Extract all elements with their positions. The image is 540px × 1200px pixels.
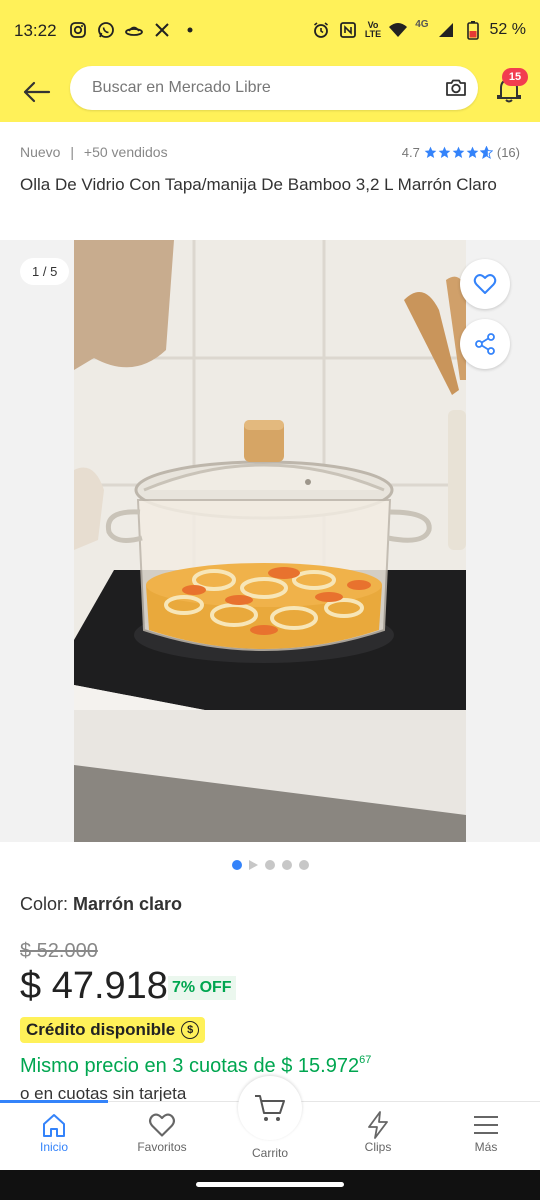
back-arrow-icon [23,81,51,103]
pagination-dot[interactable] [264,860,275,870]
wifi-icon [388,20,408,40]
credit-coin-icon: $ [181,1021,200,1039]
rating[interactable]: 4.7 (16) [402,145,520,160]
home-gesture-handle[interactable] [196,1182,344,1187]
favorite-button[interactable] [460,259,510,309]
star-half-icon [479,146,493,159]
battery-icon [463,20,483,40]
nav-home-label: Inicio [39,1140,68,1154]
nav-clips-label: Clips [364,1140,392,1154]
nav-item-favorites[interactable]: Favoritos [117,1110,207,1154]
back-button[interactable] [18,74,54,110]
pagination-dot[interactable] [281,860,292,870]
pagination-video-dot[interactable] [248,860,258,870]
system-gesture-bar [0,1170,540,1200]
gallery-pagination [0,860,540,870]
alarm-icon [311,20,331,40]
volte-indicator: Vo LTE [364,20,382,39]
current-price: $ 47.918 [20,965,168,1007]
nav-more-label: Más [474,1140,498,1154]
color-value: Marrón claro [73,894,183,914]
color-label: Color: [20,894,74,914]
nav-favorites-label: Favoritos [137,1140,187,1154]
condition: Nuevo [20,144,61,160]
status-notification-icons [68,20,200,40]
menu-icon [474,1116,498,1134]
installments-cents: 67 [359,1054,372,1066]
original-price: $ 52.000 [20,940,98,962]
product-image[interactable] [74,240,466,842]
notifications-badge: 15 [502,68,528,86]
nav-item-cart[interactable] [238,1076,302,1140]
x-icon [152,20,172,40]
search-input[interactable]: Buscar en Mercado Libre [70,66,478,110]
star-icon [466,146,479,159]
rating-stars [424,146,493,159]
share-button[interactable] [460,319,510,369]
bottom-navigation: Inicio Favoritos Carrito Clips Más [0,1076,540,1170]
condition-separator: | [70,144,74,160]
sold-count: +50 vendidos [83,144,168,160]
installments-text: Mismo precio en 3 cuotas de $ 15.972 [20,1055,360,1077]
image-counter: 1 / 5 [20,258,70,285]
pagination-dot-active[interactable] [231,860,242,870]
dot-icon [180,20,200,40]
network-type: 4G [415,19,429,30]
credit-badge[interactable]: Crédito disponible $ [20,1017,206,1043]
review-count: (16) [496,145,520,160]
product-photo [74,240,466,842]
battery-level: 52 % [489,21,526,38]
home-icon [43,1114,65,1137]
installments-info: Mismo precio en 3 cuotas de $ 15.97267 [20,1054,371,1078]
star-icon [438,146,451,159]
active-tab-indicator [0,1100,108,1103]
status-time: 13:22 [14,21,57,40]
share-icon [475,333,495,355]
status-bar: 13:22 Vo LTE 4G 52 % [0,0,540,64]
nav-item-home[interactable]: Inicio [9,1110,99,1154]
camera-icon[interactable] [444,76,468,100]
cart-icon [255,1095,285,1121]
heart-icon [148,1113,176,1137]
search-header: Buscar en Mercado Libre 15 [0,64,540,122]
heart-icon [473,274,497,294]
pagination-dot[interactable] [298,860,309,870]
image-gallery[interactable]: 1 / 5 [0,240,540,842]
color-selector[interactable]: Color: Marrón claro [20,894,182,915]
product-title: Olla De Vidrio Con Tapa/manija De Bamboo… [20,175,497,194]
nav-item-clips[interactable]: Clips [333,1110,423,1154]
instagram-icon [68,20,88,40]
status-system-icons: Vo LTE 4G 52 % [311,20,526,40]
nav-item-more[interactable]: Más [441,1110,531,1154]
star-icon [424,146,437,159]
search-placeholder: Buscar en Mercado Libre [92,79,271,96]
star-icon [452,146,465,159]
rating-value: 4.7 [401,145,420,160]
whatsapp-icon [96,20,116,40]
condition-line: Nuevo | +50 vendidos [20,144,168,160]
discount-badge: 7% OFF [168,976,236,1000]
credit-label: Crédito disponible [26,1020,176,1039]
app-hat-icon [124,20,144,40]
signal-icon [436,20,456,40]
nfc-icon [338,20,358,40]
bolt-icon [368,1111,388,1139]
nav-cart-label: Carrito [251,1146,288,1160]
